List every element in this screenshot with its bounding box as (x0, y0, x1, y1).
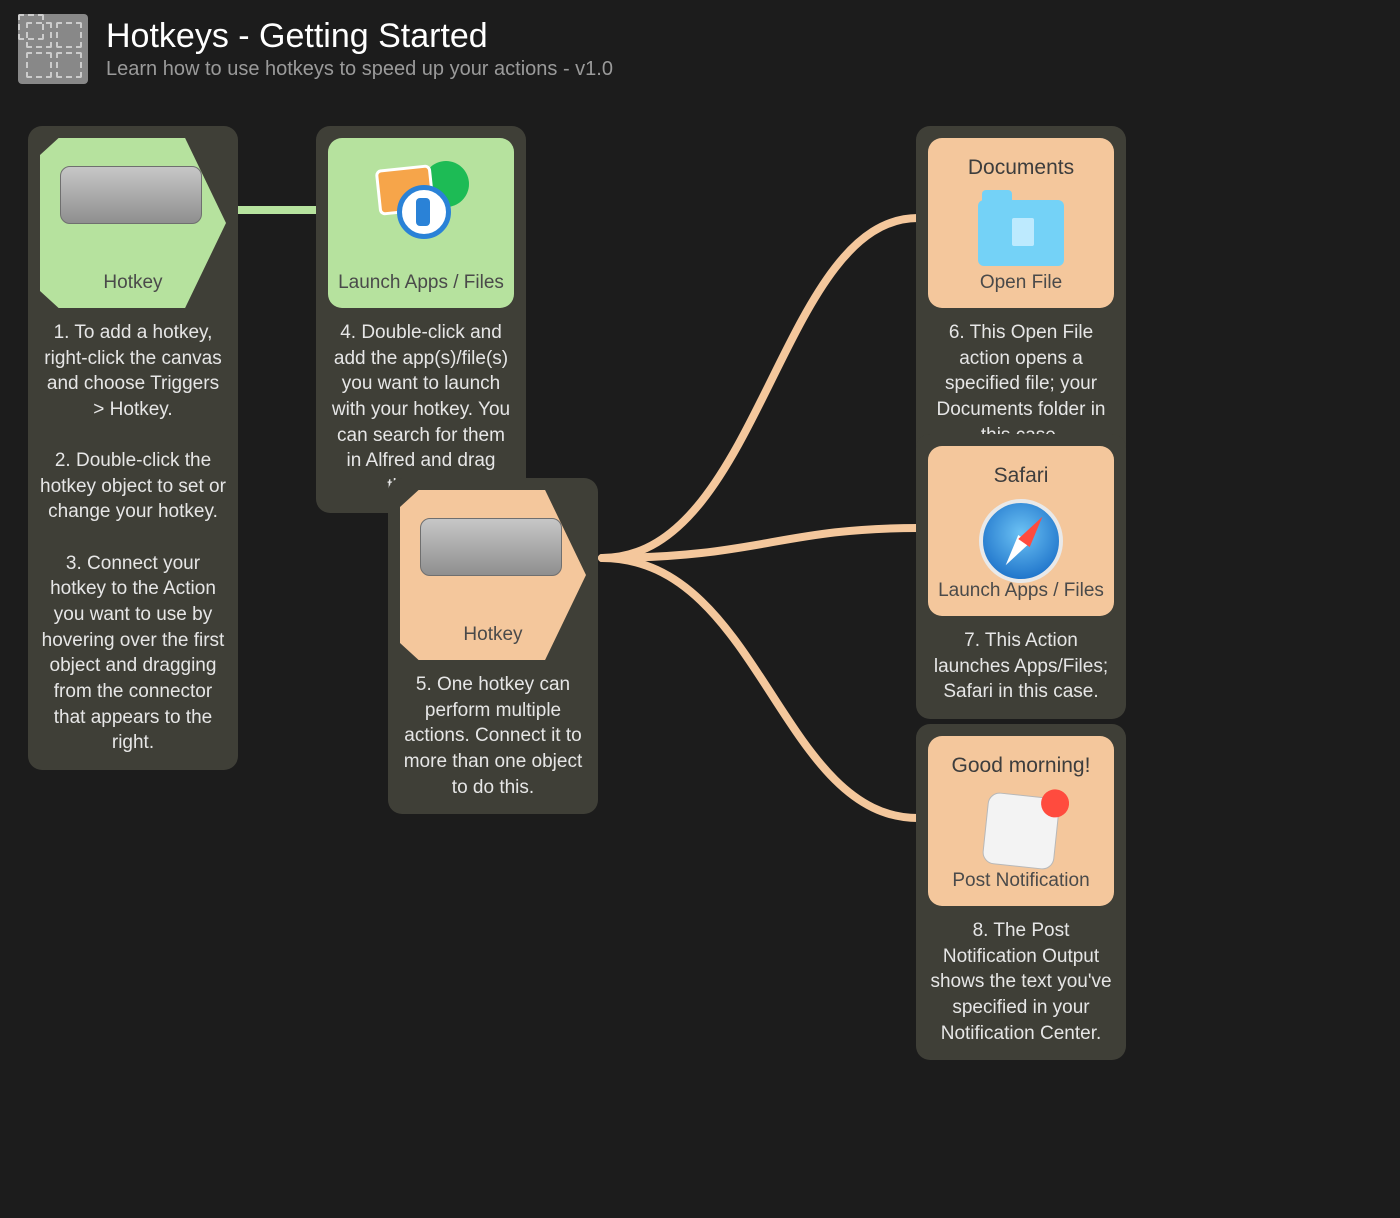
tile-label: Hotkey (400, 624, 586, 646)
tile-label: Hotkey (40, 272, 226, 294)
workflow-canvas[interactable]: Hotkey 1. To add a hotkey, right-click t… (0, 98, 1400, 1218)
node-note: 7. This Action launches Apps/Files; Safa… (928, 628, 1114, 705)
tile-label: Launch Apps / Files (328, 272, 514, 294)
node-launch-apps-1[interactable]: Launch Apps / Files 4. Double-click and … (316, 126, 526, 513)
notification-tile[interactable]: Good morning! Post Notification (928, 736, 1114, 906)
hotkey-slot[interactable] (60, 166, 202, 224)
open-file-tile[interactable]: Documents Open File (928, 138, 1114, 308)
node-open-file[interactable]: Documents Open File 6. This Open File ac… (916, 126, 1126, 462)
apps-cluster-icon (373, 161, 469, 241)
node-note: 4. Double-click and add the app(s)/file(… (328, 320, 514, 499)
notification-icon (981, 791, 1060, 870)
node-post-notification[interactable]: Good morning! Post Notification 8. The P… (916, 724, 1126, 1060)
safari-icon (979, 499, 1063, 583)
tile-label: Open File (928, 272, 1114, 294)
node-note: 6. This Open File action opens a specifi… (928, 320, 1114, 448)
tile-title: Documents (928, 156, 1114, 180)
node-launch-apps-2[interactable]: Safari Launch Apps / Files 7. This Actio… (916, 434, 1126, 719)
tile-label: Launch Apps / Files (928, 580, 1114, 602)
hotkey-slot[interactable] (420, 518, 562, 576)
tile-title: Safari (928, 464, 1114, 488)
launch-tile[interactable]: Safari Launch Apps / Files (928, 446, 1114, 616)
tile-title: Good morning! (928, 754, 1114, 778)
page-title: Hotkeys - Getting Started (106, 17, 613, 56)
hotkey-tile[interactable]: Hotkey (400, 490, 586, 660)
launch-tile[interactable]: Launch Apps / Files (328, 138, 514, 308)
hotkey-tile[interactable]: Hotkey (40, 138, 226, 308)
node-note: 1. To add a hotkey, right-click the canv… (40, 320, 226, 756)
node-note: 8. The Post Notification Output shows th… (928, 918, 1114, 1046)
page-subtitle: Learn how to use hotkeys to speed up you… (106, 58, 613, 81)
node-note: 5. One hotkey can perform multiple actio… (400, 672, 586, 800)
tile-label: Post Notification (928, 870, 1114, 892)
folder-icon (978, 200, 1064, 266)
node-hotkey-1[interactable]: Hotkey 1. To add a hotkey, right-click t… (28, 126, 238, 770)
header: Hotkeys - Getting Started Learn how to u… (0, 0, 1400, 98)
workflow-icon (18, 14, 88, 84)
node-hotkey-2[interactable]: Hotkey 5. One hotkey can perform multipl… (388, 478, 598, 814)
